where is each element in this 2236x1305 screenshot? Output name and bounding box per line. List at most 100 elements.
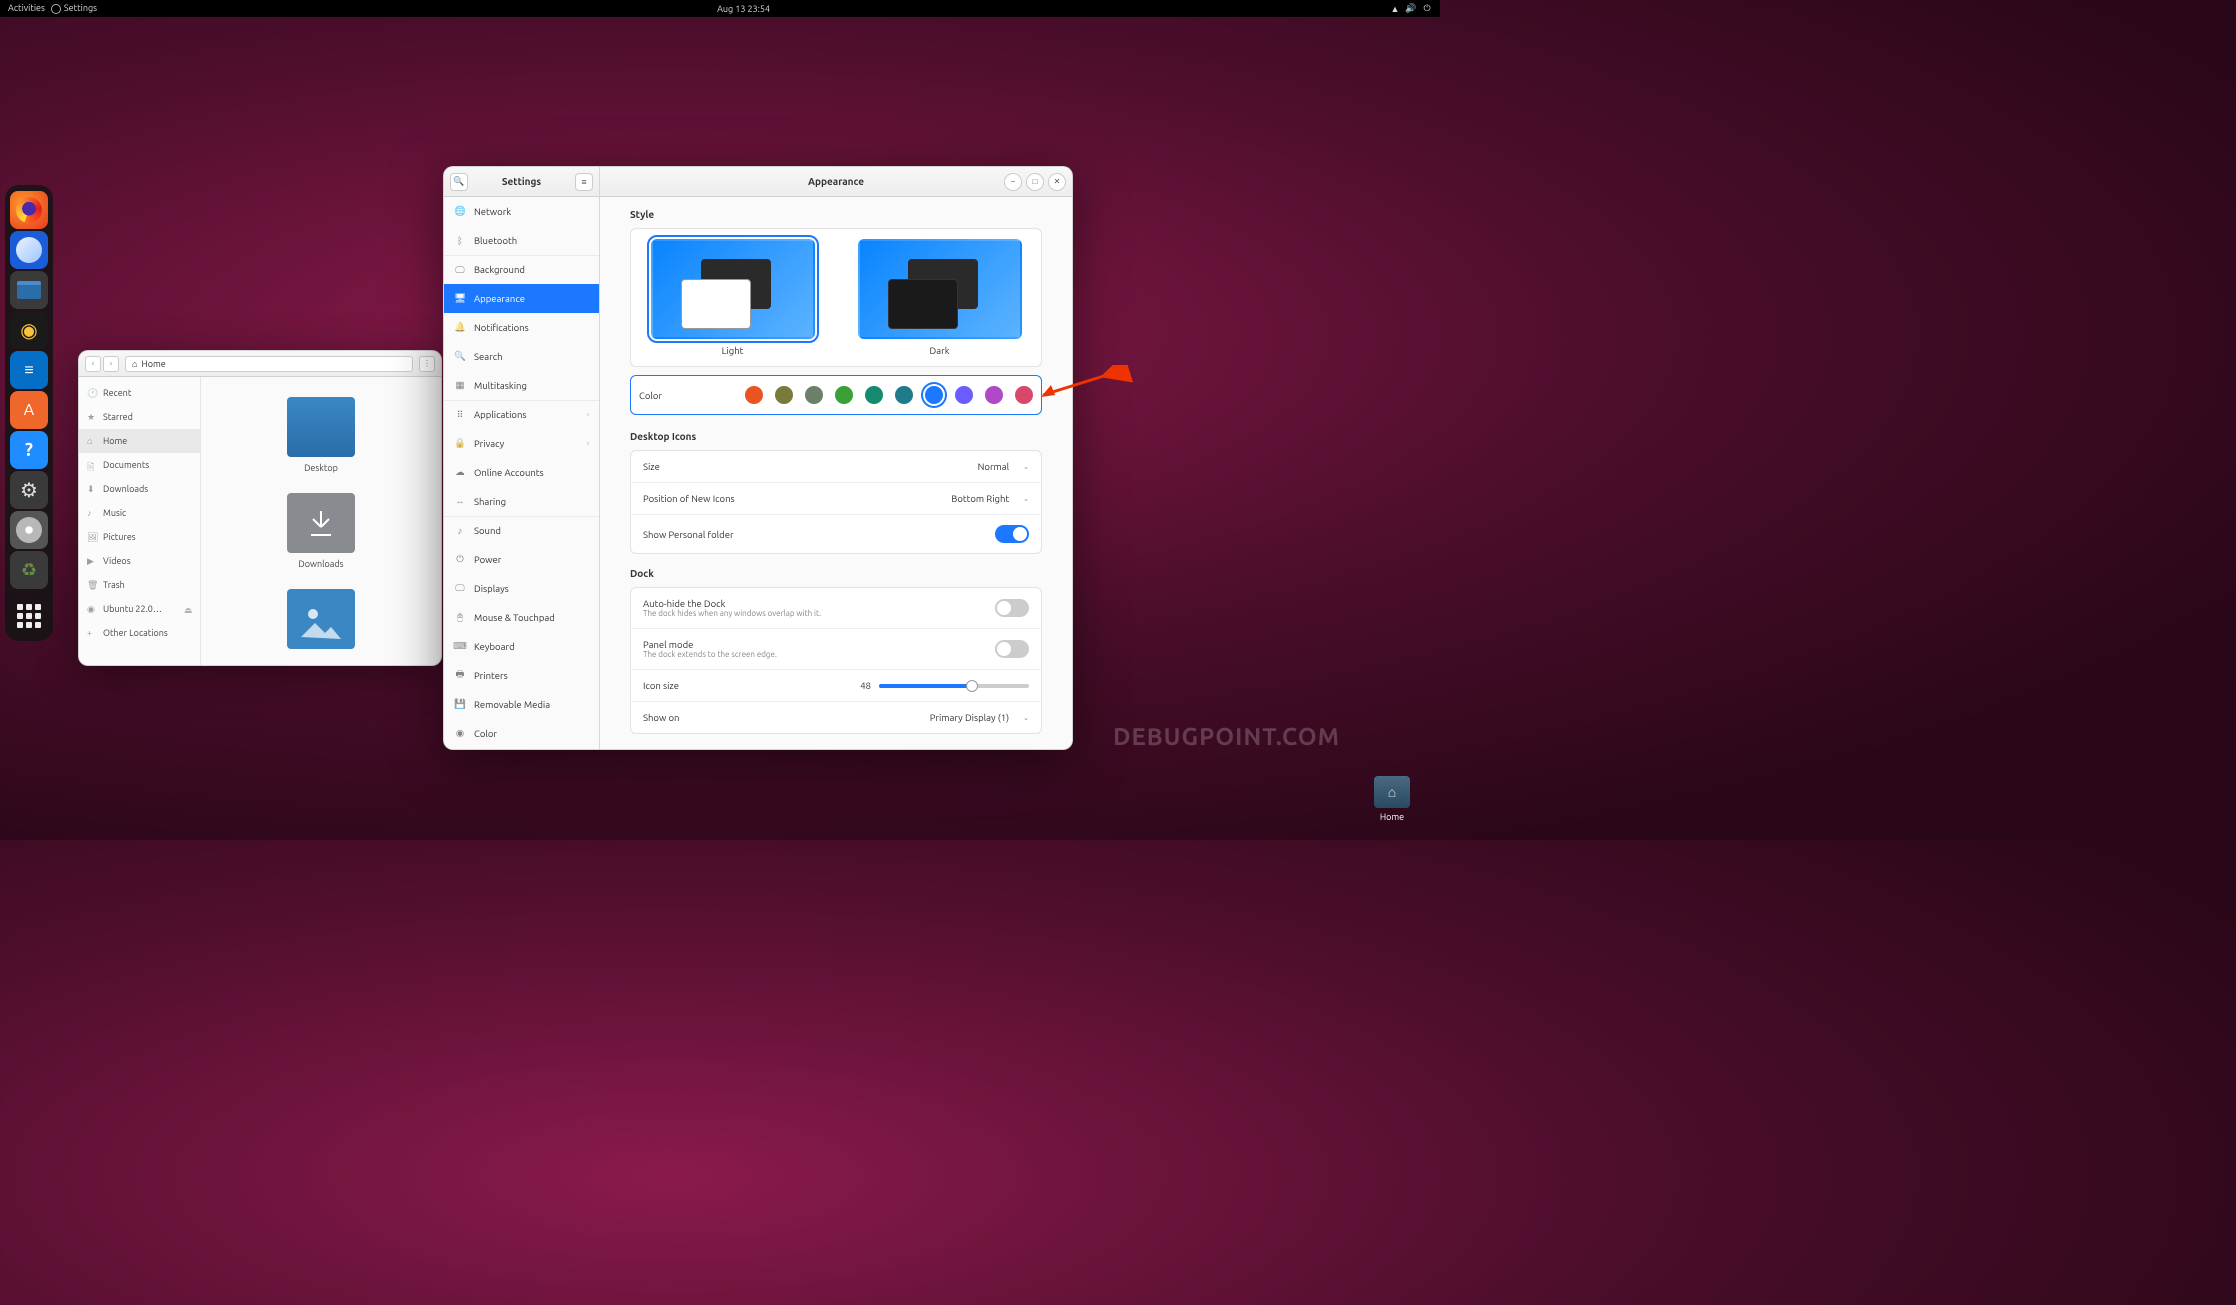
volume-icon[interactable]: 🔊 <box>1406 4 1416 14</box>
sidebar-item-color[interactable]: ◉Color <box>444 719 599 748</box>
sidebar-item-applications[interactable]: ⠿Applications› <box>444 400 599 429</box>
color-swatch-3[interactable] <box>835 386 853 404</box>
sidebar-item-power[interactable]: ⏻Power <box>444 545 599 574</box>
apps-grid-icon <box>17 604 41 628</box>
dock-rhythmbox[interactable]: ◉ <box>10 311 48 349</box>
color-swatch-7[interactable] <box>955 386 973 404</box>
sidebar-item-other-locations[interactable]: +Other Locations <box>79 621 200 645</box>
sidebar-item-recent[interactable]: 🕐Recent <box>79 381 200 405</box>
search-button[interactable]: 🔍 <box>450 173 468 191</box>
color-swatch-9[interactable] <box>1015 386 1033 404</box>
dock-heading: Dock <box>630 568 1042 579</box>
row-icon-size[interactable]: Size Normal⌄ <box>631 451 1041 483</box>
eject-icon[interactable]: ⏏ <box>184 605 192 613</box>
sidebar-item-printers[interactable]: 🖶Printers <box>444 661 599 690</box>
minimize-button[interactable]: – <box>1004 173 1022 191</box>
hamburger-button[interactable]: ≡ <box>575 173 593 191</box>
row-show-on[interactable]: Show on Primary Display (1)⌄ <box>631 702 1041 733</box>
clock[interactable]: Aug 13 23:54 <box>97 4 1390 14</box>
appmenu-button[interactable]: Settings <box>51 3 97 14</box>
sidebar-item-home[interactable]: ⌂Home <box>79 429 200 453</box>
sidebar-icon: ♪ <box>454 525 466 537</box>
dock-files[interactable] <box>10 271 48 309</box>
nav-forward-button[interactable]: › <box>103 356 119 372</box>
sidebar-icon: 🔒 <box>454 437 466 449</box>
sidebar-title: Settings <box>474 176 569 187</box>
style-thumb-dark <box>858 239 1022 339</box>
power-icon[interactable]: ⏻ <box>1422 4 1432 14</box>
sidebar-item-keyboard[interactable]: ⌨Keyboard <box>444 632 599 661</box>
color-swatch-6[interactable] <box>925 386 943 404</box>
maximize-button[interactable]: □ <box>1026 173 1044 191</box>
chevron-down-icon: ⌄ <box>1023 714 1029 722</box>
sidebar-item-multitasking[interactable]: ▦Multitasking <box>444 371 599 400</box>
dock-show-apps[interactable] <box>10 597 48 635</box>
trash-icon: 🗑 <box>87 580 97 590</box>
sidebar-item-pictures[interactable]: 🖼Pictures <box>79 525 200 549</box>
dock-libreoffice[interactable]: ≡ <box>10 351 48 389</box>
sidebar-item-network[interactable]: 🌐Network <box>444 197 599 226</box>
sidebar-item-sharing[interactable]: ↔Sharing <box>444 487 599 516</box>
dock-software[interactable]: A <box>10 391 48 429</box>
sidebar-item-removable-media[interactable]: 💾Removable Media <box>444 690 599 719</box>
row-new-icons-position[interactable]: Position of New Icons Bottom Right⌄ <box>631 483 1041 515</box>
color-label: Color <box>639 390 662 401</box>
sidebar-icon: 🖶 <box>454 669 466 681</box>
network-icon[interactable]: ▲ <box>1390 4 1400 14</box>
color-swatch-1[interactable] <box>775 386 793 404</box>
color-swatch-5[interactable] <box>895 386 913 404</box>
icon-size-slider[interactable] <box>879 684 1029 688</box>
sidebar-item-trash[interactable]: 🗑Trash <box>79 573 200 597</box>
sidebar-item-ubuntu-disk[interactable]: ◉Ubuntu 22.0…⏏ <box>79 597 200 621</box>
breadcrumb[interactable]: ⌂Home <box>125 356 413 372</box>
sidebar-item-downloads[interactable]: ⬇Downloads <box>79 477 200 501</box>
sidebar-item-appearance[interactable]: 🖥Appearance <box>444 284 599 313</box>
picture-icon: 🖼 <box>87 532 97 542</box>
row-panel-mode: Panel modeThe dock extends to the screen… <box>631 629 1041 670</box>
help-icon: ? <box>25 440 33 460</box>
sidebar-item-notifications[interactable]: 🔔Notifications <box>444 313 599 342</box>
folder-downloads[interactable]: Downloads <box>287 493 355 569</box>
dock-trash[interactable]: ♻ <box>10 551 48 589</box>
color-swatch-2[interactable] <box>805 386 823 404</box>
sidebar-item-search[interactable]: 🔍Search <box>444 342 599 371</box>
dock-settings[interactable]: ⚙ <box>10 471 48 509</box>
sidebar-item-background[interactable]: 🖵Background <box>444 255 599 284</box>
thunderbird-icon <box>16 237 42 263</box>
sidebar-item-online-accounts[interactable]: ☁Online Accounts <box>444 458 599 487</box>
files-icon <box>17 281 41 299</box>
sidebar-item-music[interactable]: ♪Music <box>79 501 200 525</box>
color-swatch-4[interactable] <box>865 386 883 404</box>
dock-thunderbird[interactable] <box>10 231 48 269</box>
folder-pictures[interactable] <box>287 589 355 649</box>
style-option-light[interactable]: Light <box>651 239 815 356</box>
toggle-panel-mode[interactable] <box>995 640 1029 658</box>
toggle-show-personal-folder[interactable] <box>995 525 1029 543</box>
dock-help[interactable]: ? <box>10 431 48 469</box>
sidebar-item-documents[interactable]: 🗎Documents <box>79 453 200 477</box>
dock-disk[interactable] <box>10 511 48 549</box>
sidebar-item-mouse-touchpad[interactable]: 🖱Mouse & Touchpad <box>444 603 599 632</box>
sidebar-item-bluetooth[interactable]: ᛒBluetooth <box>444 226 599 255</box>
style-option-dark[interactable]: Dark <box>858 239 1022 356</box>
folder-desktop[interactable]: Desktop <box>287 397 355 473</box>
sidebar-item-sound[interactable]: ♪Sound <box>444 516 599 545</box>
color-swatch-0[interactable] <box>745 386 763 404</box>
nav-back-button[interactable]: ‹ <box>85 356 101 372</box>
folder-icon <box>287 493 355 553</box>
color-swatch-8[interactable] <box>985 386 1003 404</box>
toggle-autohide-dock[interactable] <box>995 599 1029 617</box>
close-button[interactable]: ✕ <box>1048 173 1066 191</box>
sidebar-icon: 🖵 <box>454 582 466 594</box>
files-headerbar: ‹ › ⌂Home ⋮ <box>79 351 441 377</box>
home-icon: ⌂ <box>87 436 97 446</box>
activities-button[interactable]: Activities <box>8 3 45 13</box>
sidebar-item-videos[interactable]: ▶Videos <box>79 549 200 573</box>
files-menu-button[interactable]: ⋮ <box>419 356 435 372</box>
sidebar-item-starred[interactable]: ★Starred <box>79 405 200 429</box>
sidebar-item-displays[interactable]: 🖵Displays <box>444 574 599 603</box>
menu-icon: ≡ <box>581 177 586 187</box>
dock-firefox[interactable] <box>10 191 48 229</box>
desktop-home-folder[interactable]: ⌂ Home <box>1374 776 1410 822</box>
sidebar-item-privacy[interactable]: 🔒Privacy› <box>444 429 599 458</box>
